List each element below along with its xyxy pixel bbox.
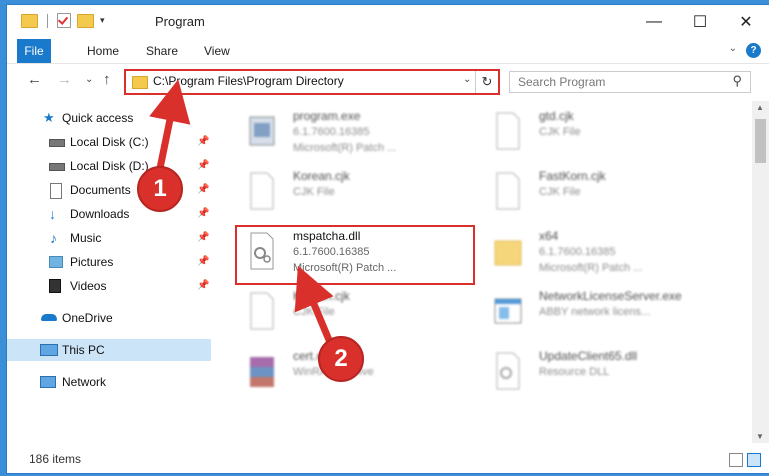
annotation-arrows	[149, 79, 338, 354]
step-badge-1: 1	[137, 166, 183, 212]
step-badge-2: 2	[318, 336, 364, 382]
